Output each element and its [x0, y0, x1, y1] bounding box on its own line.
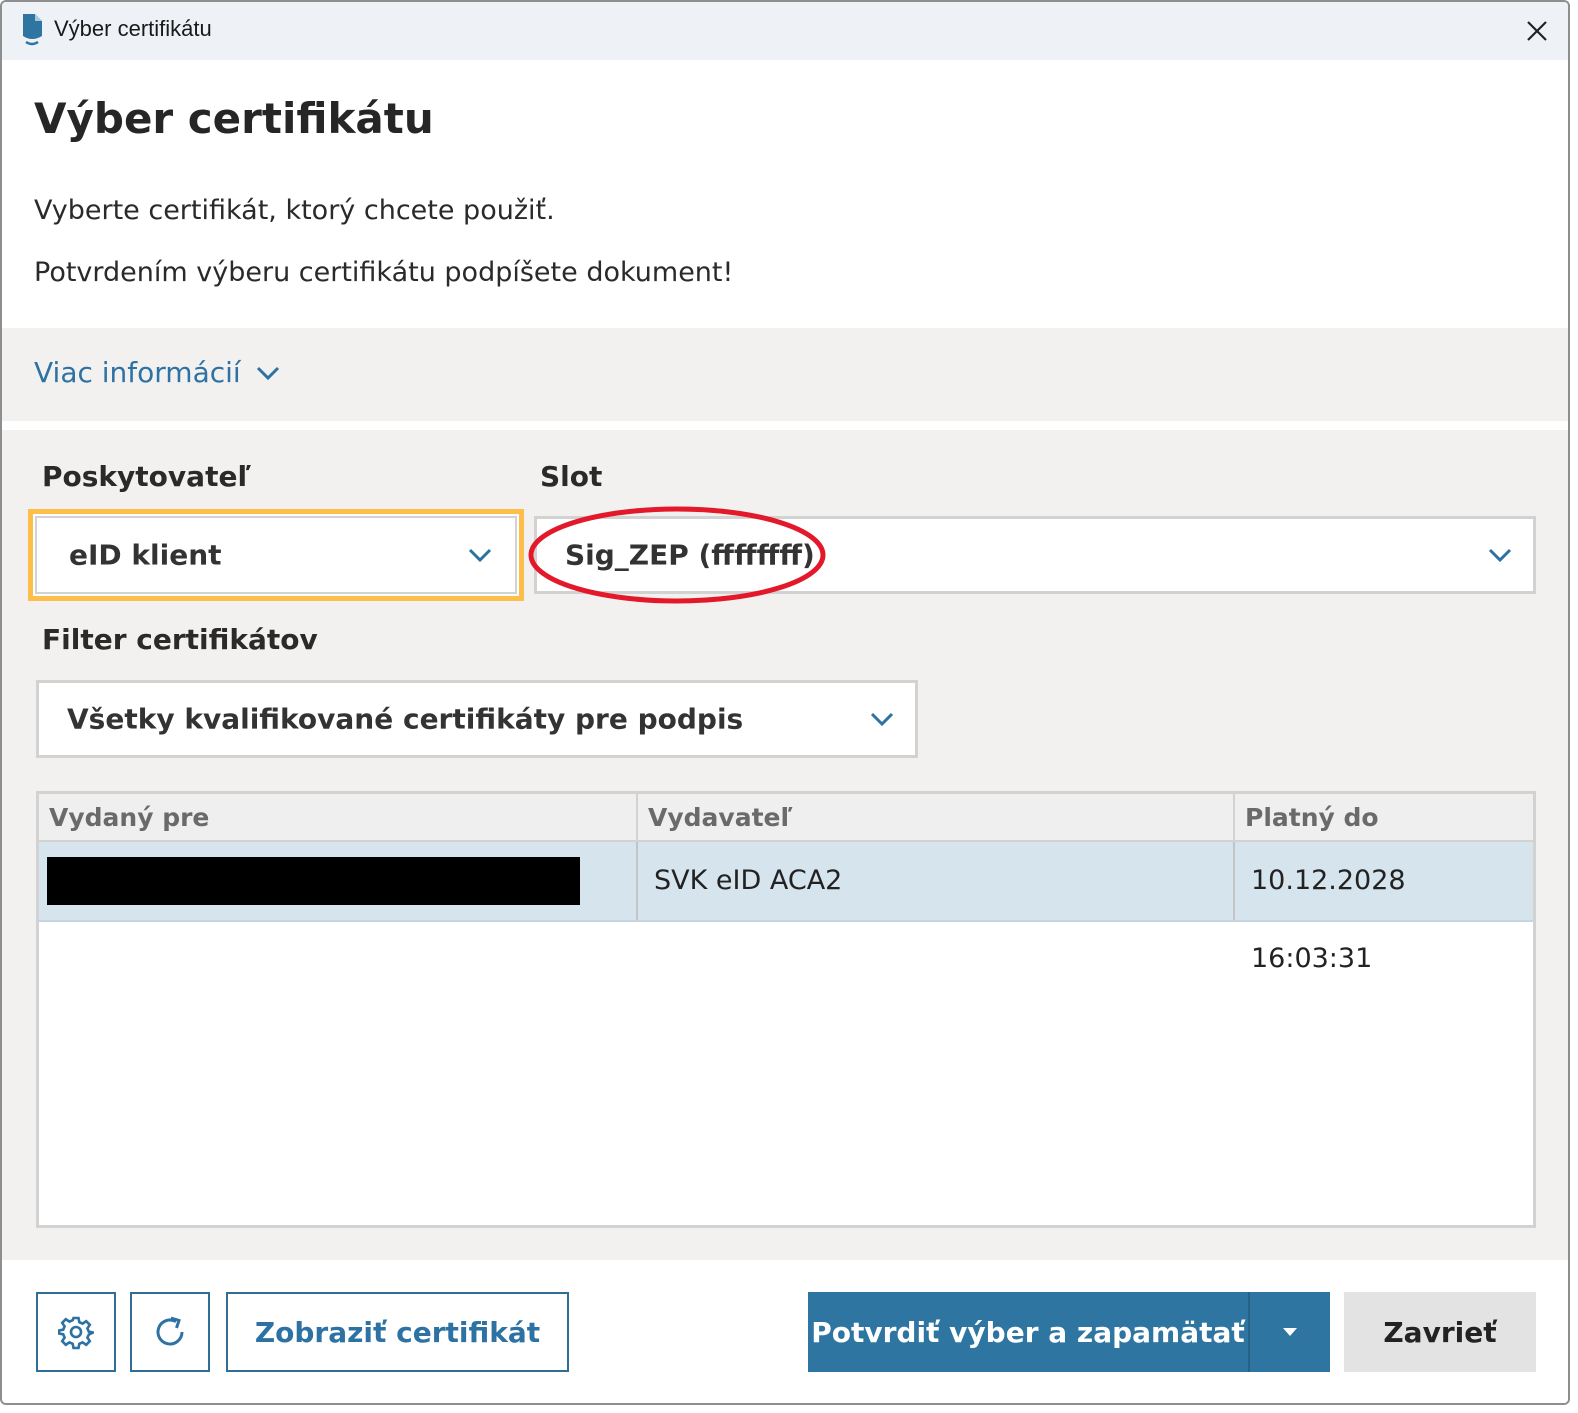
more-info-toggle[interactable]: Viac informácií: [34, 356, 281, 389]
slot-select[interactable]: Sig_ZEP (ffffffff): [534, 516, 1536, 594]
confirm-and-remember-button[interactable]: Potvrdiť výber a zapamätať: [808, 1292, 1248, 1372]
filter-label: Filter certifikátov: [42, 623, 318, 656]
cell-issued-to: [39, 842, 636, 920]
filter-value: Všetky kvalifikované certifikáty pre pod…: [67, 702, 744, 736]
warning-text: Potvrdením výberu certifikátu podpíšete …: [34, 257, 734, 288]
provider-value: eID klient: [69, 538, 222, 572]
more-info-band: Viac informácií: [2, 328, 1568, 421]
more-info-label: Viac informácií: [34, 356, 241, 389]
title-bar: Výber certifikátu: [2, 2, 1568, 60]
slot-label: Slot: [540, 460, 603, 493]
gear-icon: [58, 1316, 94, 1350]
chevron-down-icon: [256, 366, 279, 380]
column-header-valid-to[interactable]: Platný do: [1233, 794, 1533, 840]
provider-label: Poskytovateľ: [42, 460, 251, 493]
window-title: Výber certifikátu: [54, 16, 212, 41]
refresh-button[interactable]: [130, 1292, 210, 1372]
caret-down-icon: [1283, 1328, 1297, 1336]
show-certificate-button[interactable]: Zobraziť certifikát: [226, 1292, 569, 1372]
dialog-window: Výber certifikátu Výber certifikátu Vybe…: [0, 0, 1570, 1405]
refresh-icon: [156, 1316, 184, 1346]
dialog-footer: Zobraziť certifikát Potvrdiť výber a zap…: [2, 1260, 1568, 1403]
provider-select[interactable]: eID klient: [28, 509, 524, 601]
close-button[interactable]: Zavrieť: [1344, 1292, 1536, 1372]
chevron-down-icon: [870, 712, 894, 727]
slot-value: Sig_ZEP (ffffffff): [565, 538, 815, 572]
table-header: Vydaný pre Vydavateľ Platný do: [39, 794, 1533, 842]
table-row[interactable]: SVK eID ACA2 10.12.2028 16:03:31: [39, 842, 1533, 974]
instruction-text: Vyberte certifikát, ktorý chcete použiť.: [34, 195, 555, 226]
chevron-down-icon: [1488, 548, 1512, 563]
filter-select[interactable]: Všetky kvalifikované certifikáty pre pod…: [36, 680, 918, 758]
cell-issuer: SVK eID ACA2: [636, 842, 1233, 920]
redaction-block: [47, 857, 580, 905]
close-icon[interactable]: [1520, 14, 1554, 48]
column-header-issued-to[interactable]: Vydaný pre: [39, 794, 636, 840]
chevron-down-icon: [468, 548, 492, 563]
app-document-icon: [23, 14, 42, 46]
page-title: Výber certifikátu: [34, 94, 434, 143]
confirm-options-dropdown[interactable]: [1250, 1292, 1330, 1372]
settings-button[interactable]: [36, 1292, 116, 1372]
column-header-issuer[interactable]: Vydavateľ: [636, 794, 1233, 840]
certificate-table: Vydaný pre Vydavateľ Platný do SVK eID A…: [36, 791, 1536, 1228]
cell-valid-to: 10.12.2028 16:03:31: [1233, 842, 1533, 974]
